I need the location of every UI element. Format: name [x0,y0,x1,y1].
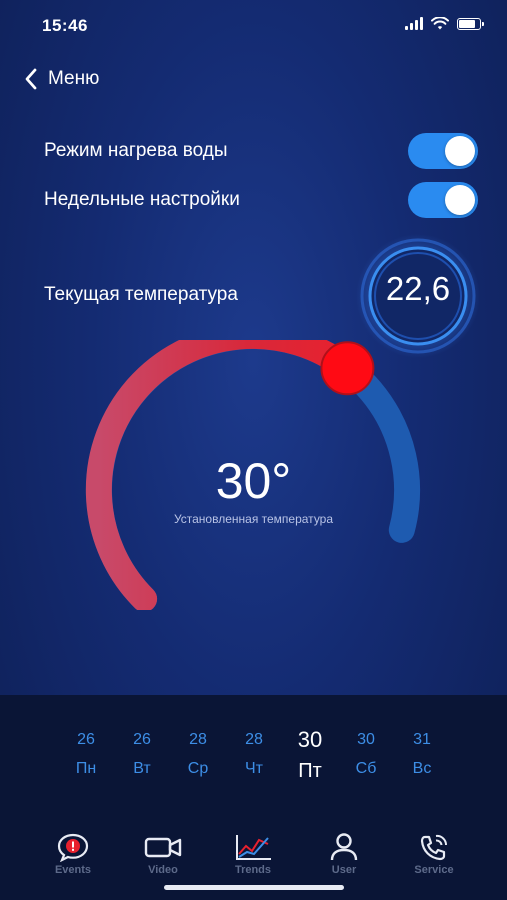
tab-label: User [331,864,357,876]
setting-label: Режим нагрева воды [44,140,228,161]
day-name: Пн [75,760,97,777]
back-button[interactable]: Меню [24,68,99,90]
day-name: Пт [298,760,322,782]
status-icons [405,17,484,30]
tab-service[interactable]: Service [394,832,474,876]
wifi-icon [431,17,449,30]
day-name: Вс [412,760,432,777]
day-date: 28 [245,731,263,748]
video-camera-icon [144,837,182,858]
tab-video[interactable]: Video [123,832,203,876]
back-label: Меню [48,68,100,89]
day-name: Сб [355,760,377,777]
current-temperature-value: 22,6 [385,270,451,307]
day-name: Вт [133,760,151,777]
trend-chart-icon [236,835,271,860]
status-bar: 15:46 [0,0,507,50]
set-temperature-value: 30° [215,453,292,509]
chevron-left-icon [25,68,37,90]
status-time: 15:46 [42,16,88,35]
day-date: 26 [77,731,95,748]
tab-label: Service [414,864,454,876]
toggle-knob [445,136,475,166]
day-date: 31 [413,731,431,748]
day-monday[interactable]: 26 Пн [61,728,111,778]
toggle-knob [445,185,475,215]
day-name: Ср [187,760,209,777]
alert-bubble-icon [57,833,89,862]
cellular-signal-icon [405,17,423,30]
day-friday[interactable]: 30 Пт [285,728,335,783]
current-temperature-label: Текущая температура [44,284,238,305]
gauge-handle[interactable] [320,341,375,396]
phone-service-icon [420,834,448,861]
tab-user[interactable]: User [304,832,384,876]
day-date: 28 [189,731,207,748]
tab-label: Events [54,864,92,876]
day-date: 26 [133,731,151,748]
user-icon [330,833,358,861]
setting-label: Недельные настройки [44,189,240,210]
day-sunday[interactable]: 31 Вс [397,728,447,778]
tab-label: Video [148,864,178,876]
day-name: Чт [245,760,263,777]
day-date: 30 [297,727,323,752]
setting-row-water-heating: Режим нагрева воды [44,133,478,169]
day-saturday[interactable]: 30 Сб [341,728,391,778]
battery-icon [457,17,484,30]
tab-bar: Events Video Trends User Service [0,832,507,892]
day-thursday[interactable]: 28 Чт [229,728,279,778]
tab-events[interactable]: Events [33,832,113,876]
set-temperature-caption: Установленная температура [173,512,334,526]
home-indicator [164,885,344,890]
tab-trends[interactable]: Trends [213,832,293,876]
weekly-settings-toggle[interactable] [408,182,478,218]
day-tuesday[interactable]: 26 Вт [117,728,167,778]
day-wednesday[interactable]: 28 Ср [173,728,223,778]
setting-row-weekly-settings: Недельные настройки [44,182,478,218]
water-heating-toggle[interactable] [408,133,478,169]
tab-label: Trends [234,864,272,876]
day-date: 30 [357,731,375,748]
